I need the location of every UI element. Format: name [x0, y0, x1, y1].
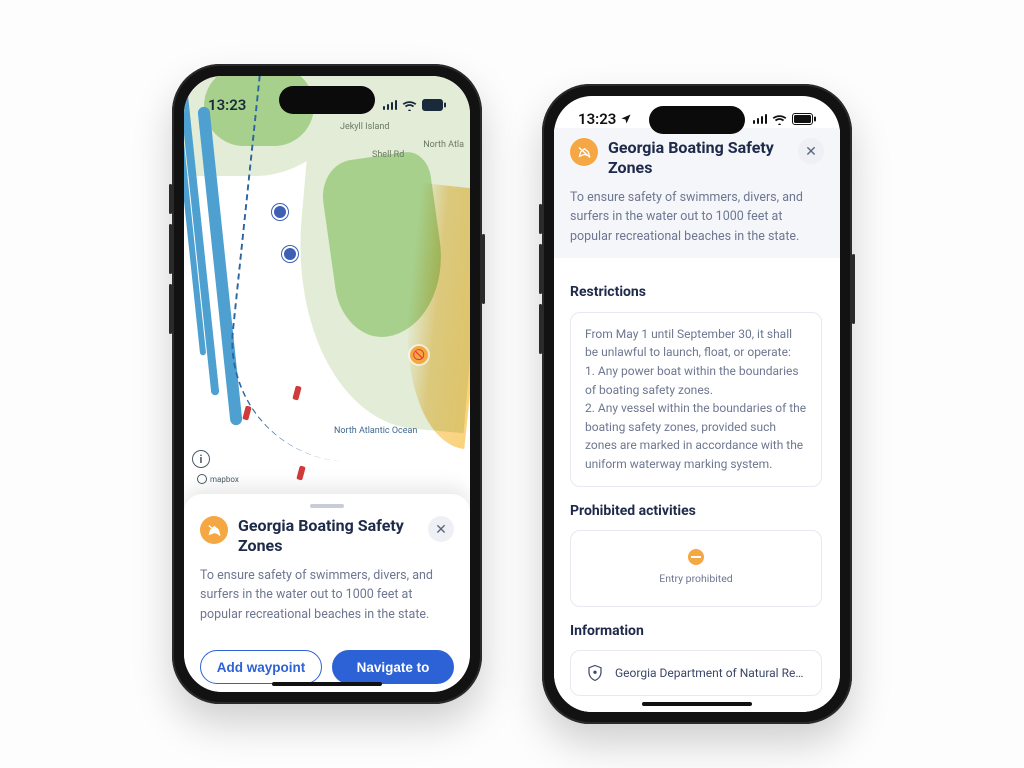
zone-title: Georgia Boating Safety Zones — [608, 138, 788, 178]
map-attribution[interactable]: mapbox — [192, 472, 244, 486]
add-waypoint-button[interactable]: Add waypoint — [200, 650, 322, 684]
home-indicator[interactable] — [642, 702, 752, 706]
map-label-ocean: North Atlantic Ocean — [334, 426, 417, 436]
battery-icon — [422, 99, 446, 111]
information-source-label: Georgia Department of Natural Resou… — [615, 664, 807, 683]
map-label-island: Jekyll Island — [340, 122, 389, 132]
phone-frame-right: 13:23 Georg — [542, 84, 852, 724]
restrictions-heading: Restrictions — [570, 282, 822, 304]
information-source-row[interactable]: Georgia Department of Natural Resou… — [570, 650, 822, 696]
nautical-map[interactable]: 🚫 Jekyll Island Shell Rd North Atla Nort… — [184, 76, 470, 494]
zone-icon — [570, 138, 598, 166]
wifi-icon — [402, 100, 417, 111]
location-services-icon — [620, 113, 632, 125]
entry-prohibited-icon — [688, 549, 704, 565]
map-label-road: Shell Rd — [372, 150, 404, 160]
zone-icon — [200, 516, 228, 544]
prohibited-card: Entry prohibited — [570, 530, 822, 606]
sheet-actions: Add waypoint Navigate to — [200, 640, 454, 684]
phone-screen-right: 13:23 Georg — [554, 96, 840, 712]
zone-summary: To ensure safety of swimmers, divers, an… — [570, 188, 824, 246]
phone-screen-left: 13:23 — [184, 76, 470, 692]
prohibited-item-label: Entry prohibited — [659, 571, 732, 587]
close-button[interactable]: ✕ — [428, 516, 454, 542]
anchor-marker-icon — [282, 246, 298, 262]
shield-icon — [585, 663, 605, 683]
zone-sheet[interactable]: Georgia Boating Safety Zones ✕ To ensure… — [184, 494, 470, 692]
prohibited-heading: Prohibited activities — [570, 501, 822, 523]
close-icon: ✕ — [805, 143, 817, 160]
map-label-north-atla: North Atla — [423, 140, 464, 150]
sheet-drag-handle[interactable] — [310, 504, 344, 508]
cellular-signal-icon — [383, 100, 398, 110]
close-icon: ✕ — [435, 521, 447, 538]
status-time: 13:23 — [208, 96, 246, 114]
wifi-icon — [772, 114, 787, 125]
battery-icon — [792, 113, 816, 125]
zone-pin-icon[interactable]: 🚫 — [410, 346, 428, 364]
status-time: 13:23 — [578, 110, 616, 128]
zone-detail-scroll[interactable]: Restrictions From May 1 until September … — [570, 268, 824, 696]
home-indicator[interactable] — [272, 682, 382, 686]
zone-detail-sheet: Georgia Boating Safety Zones ✕ To ensure… — [554, 128, 840, 712]
close-button[interactable]: ✕ — [798, 138, 824, 164]
dynamic-island — [279, 86, 375, 114]
map-info-button[interactable]: i — [192, 450, 210, 468]
zone-title: Georgia Boating Safety Zones — [238, 516, 418, 556]
dynamic-island — [649, 106, 745, 134]
restrictions-card: From May 1 until September 30, it shall … — [570, 312, 822, 487]
zone-summary: To ensure safety of swimmers, divers, an… — [200, 566, 454, 634]
navigate-to-button[interactable]: Navigate to — [332, 650, 454, 684]
channel-marker-icon — [272, 204, 288, 220]
phone-frame-left: 13:23 — [172, 64, 482, 704]
information-heading: Information — [570, 621, 822, 643]
cellular-signal-icon — [753, 114, 768, 124]
